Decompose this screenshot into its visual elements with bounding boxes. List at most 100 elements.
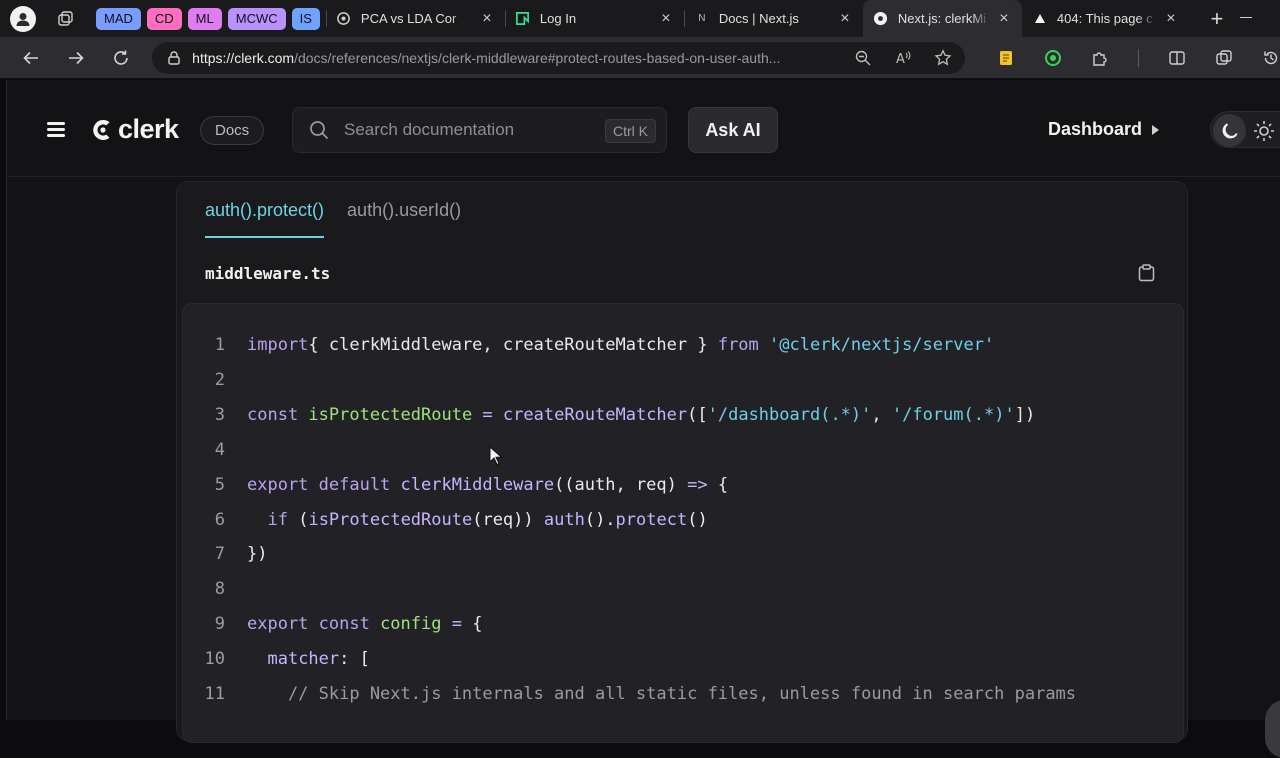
browser-tab-pca[interactable]: PCA vs LDA Cor × <box>325 0 505 37</box>
favorite-star-icon[interactable] <box>934 48 952 67</box>
code-token: protect <box>615 509 688 530</box>
tab-title: 404: This page c <box>1056 11 1153 26</box>
clerk-logo[interactable]: clerk <box>91 114 179 145</box>
browser-tab-clerk[interactable]: Next.js: clerkMi × <box>862 0 1022 37</box>
tab-group-is[interactable]: IS <box>291 7 320 30</box>
code-token: if <box>267 509 288 530</box>
line-number: 4 <box>214 439 225 460</box>
code-token: { <box>472 614 483 635</box>
code-token: ( <box>287 509 309 530</box>
code-token: createRouteMatcher <box>502 404 688 425</box>
code-token: { <box>707 474 729 495</box>
code-line: 6 if (isProtectedRoute(req)) auth().prot… <box>183 503 1183 538</box>
openai-icon <box>336 11 352 27</box>
line-number: 9 <box>214 614 225 635</box>
code-line: 1 import{ clerkMiddleware, createRouteMat… <box>183 328 1183 363</box>
code-block[interactable]: 1 import{ clerkMiddleware, createRouteMat… <box>182 303 1184 743</box>
refresh-icon[interactable] <box>109 45 134 71</box>
code-text: import{ clerkMiddleware, createRouteMatc… <box>247 328 994 363</box>
code-filename: middleware.ts <box>205 264 331 283</box>
close-tab-icon[interactable]: × <box>479 10 495 28</box>
code-line: 2 <box>183 363 1183 398</box>
code-token: = <box>441 614 473 635</box>
workspaces-icon[interactable] <box>56 9 76 29</box>
code-text: // Skip Next.js internals and all static… <box>247 677 1076 712</box>
search-shortcut-badge: Ctrl K <box>605 119 656 143</box>
code-text: export const config = { <box>247 607 482 642</box>
tab-auth-userid[interactable]: auth().userId() <box>347 200 461 238</box>
code-token: isProtectedRoute <box>308 509 473 530</box>
target-extension-icon[interactable] <box>1044 49 1062 67</box>
profile-avatar-icon[interactable] <box>10 5 36 32</box>
close-tab-icon[interactable]: × <box>658 10 674 28</box>
browser-tab-login[interactable]: Log In × <box>504 0 684 37</box>
read-aloud-icon[interactable]: A <box>894 49 912 67</box>
code-token: '/dashboard(.*)' <box>707 404 872 425</box>
lock-icon[interactable] <box>166 50 182 66</box>
ask-ai-button[interactable]: Ask AI <box>688 107 778 153</box>
code-token: clerkMiddleware <box>400 474 555 495</box>
code-token: }) <box>247 544 268 565</box>
line-number: 7 <box>214 544 225 565</box>
copy-icon[interactable] <box>1138 264 1155 282</box>
code-token: : [ <box>339 649 370 670</box>
search-icon <box>310 121 329 140</box>
history-icon[interactable] <box>1262 49 1280 67</box>
close-tab-icon[interactable]: × <box>1163 10 1179 28</box>
tab-group-ml[interactable]: ML <box>187 7 222 30</box>
tab-group-mad[interactable]: MAD <box>96 7 141 30</box>
mouse-cursor-icon <box>489 446 503 466</box>
code-token: = <box>472 404 503 425</box>
code-token: '/forum(.*)' <box>891 404 1015 425</box>
docs-badge[interactable]: Docs <box>200 116 265 145</box>
extensions-puzzle-icon[interactable] <box>1091 49 1109 67</box>
code-token: // Skip Next.js internals and all static… <box>247 684 1077 704</box>
code-token: export default <box>247 474 401 495</box>
browser-tab-404[interactable]: 404: This page c × <box>1022 0 1189 37</box>
neon-icon <box>515 11 531 27</box>
theme-toggle[interactable] <box>1210 111 1280 148</box>
code-token: (). <box>584 509 616 530</box>
docs-navbar: clerk Docs Search documentation Ctrl K A… <box>7 80 1280 177</box>
notes-extension-icon[interactable] <box>997 49 1015 67</box>
code-token: export const <box>247 614 381 635</box>
split-screen-icon[interactable] <box>1168 49 1186 67</box>
tab-group-cd[interactable]: CD <box>146 7 182 30</box>
line-number: 2 <box>214 369 225 390</box>
code-text: export default clerkMiddleware((auth, re… <box>247 468 728 503</box>
line-number: 3 <box>214 404 225 425</box>
svg-text:A: A <box>896 52 905 67</box>
browser-tab-nextjs-docs[interactable]: N Docs | Next.js × <box>683 0 863 37</box>
code-token: from <box>707 335 770 355</box>
play-arrow-icon <box>1152 124 1160 135</box>
moon-icon[interactable] <box>1213 114 1246 147</box>
tab-group-mcwc[interactable]: MCWC <box>227 7 286 30</box>
code-line: 9 export const config = { <box>183 607 1183 642</box>
collections-icon[interactable] <box>1215 49 1233 67</box>
code-text: if (isProtectedRoute(req)) auth().protec… <box>247 503 707 538</box>
zoom-icon[interactable] <box>854 49 872 67</box>
tab-auth-protect[interactable]: auth().protect() <box>205 200 325 238</box>
minimize-window-icon[interactable] <box>1240 8 1254 22</box>
close-tab-icon[interactable]: × <box>837 10 853 28</box>
tab-title: Log In <box>539 11 577 26</box>
forward-icon[interactable] <box>63 45 88 71</box>
code-line: 11 // Skip Next.js internals and all sta… <box>183 677 1183 712</box>
close-tab-icon[interactable]: × <box>996 10 1012 28</box>
floating-side-button[interactable] <box>1265 700 1280 758</box>
search-input[interactable]: Search documentation Ctrl K <box>292 107 667 153</box>
dashboard-link[interactable]: Dashboard <box>1048 119 1160 140</box>
sun-icon[interactable] <box>1253 120 1275 142</box>
url-text[interactable]: https://clerk.com/docs/references/nextjs… <box>192 50 840 66</box>
code-token: , <box>871 404 892 425</box>
tab-title: PCA vs LDA Cor <box>360 11 457 26</box>
new-tab-icon[interactable]: + <box>1205 6 1229 32</box>
line-number: 11 <box>204 684 225 704</box>
address-bar[interactable]: https://clerk.com/docs/references/nextjs… <box>152 41 965 74</box>
clerk-logo-icon <box>93 119 110 140</box>
back-icon[interactable] <box>18 45 43 71</box>
menu-hamburger-icon[interactable] <box>47 122 65 137</box>
toolbar-divider <box>1138 48 1139 67</box>
code-token: const <box>247 404 309 425</box>
